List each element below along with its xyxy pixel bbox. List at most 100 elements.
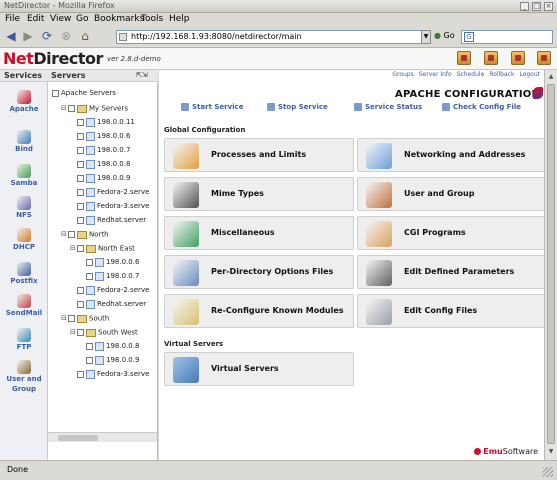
tree-checkbox[interactable]	[77, 160, 84, 168]
scroll-up-icon[interactable]: ▲	[547, 73, 555, 81]
tree-host-item[interactable]: 198.0.0.9	[79, 354, 139, 367]
tree-checkbox[interactable]	[77, 174, 84, 182]
start-service-link[interactable]: Start Service	[181, 103, 243, 111]
collapse-icon[interactable]: ⊟	[61, 228, 68, 241]
toplink-schedule[interactable]: Schedule	[457, 71, 485, 78]
search-input[interactable]: G	[461, 30, 553, 44]
menu-view[interactable]: View	[50, 14, 71, 24]
card-cgi-programs[interactable]: CGI Programs	[357, 216, 547, 250]
tree-group-item[interactable]: Apache Servers	[52, 87, 116, 100]
card-per-directory-options-files[interactable]: Per-Directory Options Files	[164, 255, 354, 289]
tree-checkbox[interactable]	[77, 146, 84, 154]
tree-checkbox[interactable]	[68, 231, 75, 238]
service-dhcp[interactable]: DHCP	[0, 228, 48, 251]
card-edit-config-files[interactable]: Edit Config Files	[357, 294, 547, 328]
tree-group-item[interactable]: ⊟ North East	[70, 242, 135, 255]
tree-checkbox[interactable]	[77, 370, 84, 378]
maximize-icon[interactable]: □	[532, 2, 541, 11]
collapse-icon[interactable]: ⊟	[70, 242, 77, 255]
tree-scroll-thumb[interactable]	[58, 435, 98, 441]
tree-checkbox[interactable]	[68, 105, 75, 112]
tree-checkbox[interactable]	[77, 216, 84, 224]
card-networking-and-addresses[interactable]: Networking and Addresses	[357, 138, 547, 172]
card-virtual-servers[interactable]: Virtual Servers	[164, 352, 354, 386]
toplink-rollback[interactable]: Rollback	[489, 71, 514, 78]
tree-horizontal-scrollbar[interactable]	[48, 432, 157, 442]
collapse-icon[interactable]: ⊟	[61, 312, 68, 325]
forward-icon[interactable]: ▶	[21, 29, 35, 43]
card-user-and-group[interactable]: User and Group	[357, 177, 547, 211]
tool-icon-1[interactable]	[457, 51, 471, 65]
card-edit-defined-parameters[interactable]: Edit Defined Parameters	[357, 255, 547, 289]
tree-checkbox[interactable]	[52, 89, 59, 97]
page-vertical-scrollbar[interactable]: ▲ ▼	[544, 70, 557, 460]
service-samba[interactable]: Samba	[0, 164, 48, 187]
card-miscellaneous[interactable]: Miscellaneous	[164, 216, 354, 250]
tool-icon-2[interactable]	[484, 51, 498, 65]
service-user-and-group[interactable]: User and Group	[0, 360, 48, 393]
tool-icon-3[interactable]	[511, 51, 525, 65]
minimize-icon[interactable]: _	[520, 2, 529, 11]
service-apache[interactable]: Apache	[0, 90, 48, 113]
menu-edit[interactable]: Edit	[27, 14, 44, 24]
tree-group-item[interactable]: ⊟ My Servers	[61, 102, 128, 115]
tree-host-item[interactable]: 198.0.0.8	[70, 158, 130, 171]
collapse-icon[interactable]: ⊟	[70, 326, 77, 339]
menu-go[interactable]: Go	[76, 14, 88, 24]
stop-service-link[interactable]: Stop Service	[267, 103, 328, 111]
card-mime-types[interactable]: Mime Types	[164, 177, 354, 211]
service-status-link[interactable]: Service Status	[354, 103, 422, 111]
toplink-logout[interactable]: Logout	[519, 71, 540, 78]
close-icon[interactable]: ×	[544, 2, 553, 11]
reload-icon[interactable]: ⟳	[40, 29, 54, 43]
url-field[interactable]: http://192.168.1.93:8080/netdirector/mai…	[116, 30, 426, 44]
menu-tools[interactable]: Tools	[141, 14, 163, 24]
tree-host-item[interactable]: 198.0.0.7	[70, 144, 130, 157]
stop-icon[interactable]: ⊗	[59, 29, 73, 43]
tree-host-item[interactable]: Fedora-3.serve	[70, 200, 149, 213]
service-postfix[interactable]: Postfix	[0, 262, 48, 285]
tree-checkbox[interactable]	[86, 258, 93, 266]
tree-host-item[interactable]: 198.0.0.9	[70, 172, 130, 185]
toplink-groups[interactable]: Groups	[392, 71, 413, 78]
toplink-server-info[interactable]: Server Info	[419, 71, 452, 78]
service-ftp[interactable]: FTP	[0, 328, 48, 351]
tree-group-item[interactable]: ⊟ North	[61, 228, 109, 241]
card-re-configure-known-modules[interactable]: Re-Configure Known Modules	[164, 294, 354, 328]
search-engine-icon[interactable]: G	[464, 32, 474, 42]
scroll-down-icon[interactable]: ▼	[547, 448, 555, 456]
tree-checkbox[interactable]	[86, 356, 93, 364]
tree-host-item[interactable]: 198.0.0.8	[79, 340, 139, 353]
card-processes-and-limits[interactable]: Processes and Limits	[164, 138, 354, 172]
tree-host-item[interactable]: 198.0.0.6	[79, 256, 139, 269]
panel-toggle-icon[interactable]: ⇱⇲	[136, 71, 148, 79]
tree-group-item[interactable]: ⊟ South West	[70, 326, 138, 339]
tree-checkbox[interactable]	[77, 286, 84, 294]
tree-host-item[interactable]: Fedora-3.serve	[70, 368, 149, 381]
tree-host-item[interactable]: Redhat.server	[70, 298, 146, 311]
tree-group-item[interactable]: ⊟ South	[61, 312, 109, 325]
go-button[interactable]: ● Go	[434, 31, 455, 40]
service-nfs[interactable]: NFS	[0, 196, 48, 219]
tree-checkbox[interactable]	[77, 329, 84, 336]
tree-checkbox[interactable]	[86, 342, 93, 350]
resize-grip-icon[interactable]	[543, 467, 553, 477]
service-sendmail[interactable]: SendMail	[0, 294, 48, 317]
tree-host-item[interactable]: 198.0.0.7	[79, 270, 139, 283]
menu-file[interactable]: File	[5, 14, 20, 24]
back-icon[interactable]: ◀	[4, 29, 18, 43]
tree-host-item[interactable]: 198.0.0.11	[70, 116, 135, 129]
tool-icon-4[interactable]	[537, 51, 551, 65]
tree-checkbox[interactable]	[77, 132, 84, 140]
tree-host-item[interactable]: Redhat.server	[70, 214, 146, 227]
tree-checkbox[interactable]	[68, 315, 75, 322]
tree-checkbox[interactable]	[77, 245, 84, 252]
tree-host-item[interactable]: 198.0.0.6	[70, 130, 130, 143]
tree-host-item[interactable]: Fedora-2.serve	[70, 284, 149, 297]
tree-checkbox[interactable]	[77, 202, 84, 210]
page-scroll-thumb[interactable]	[547, 84, 555, 444]
collapse-icon[interactable]: ⊟	[61, 102, 68, 115]
url-dropdown-icon[interactable]: ▼	[421, 30, 431, 44]
tree-checkbox[interactable]	[77, 188, 84, 196]
tree-checkbox[interactable]	[86, 272, 93, 280]
